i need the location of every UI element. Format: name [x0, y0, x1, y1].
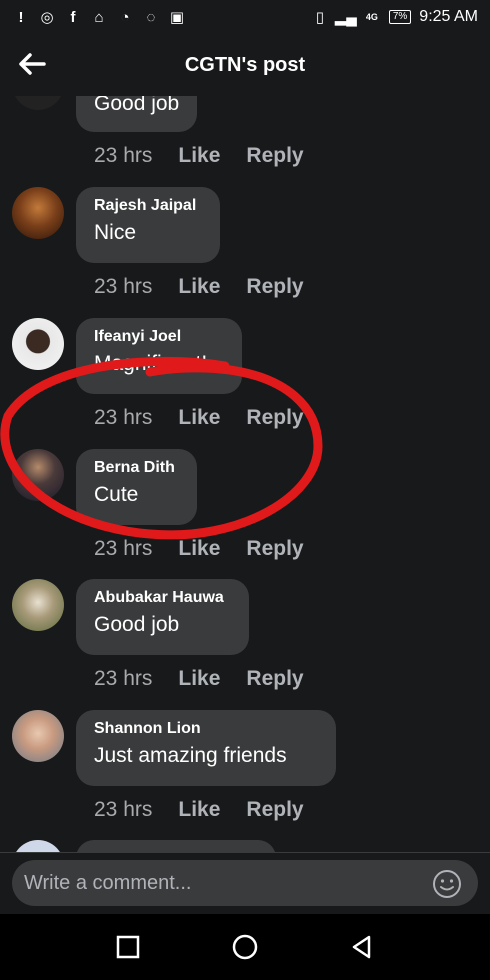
back-nav-icon[interactable] [347, 932, 377, 962]
vibrate-icon: ▯ [315, 9, 324, 26]
facebook-icon: f [70, 8, 76, 26]
system-nav-bar [0, 914, 490, 980]
gallery-icon: ▣ [169, 9, 185, 26]
avatar[interactable] [12, 710, 64, 762]
like-button[interactable]: Like [178, 798, 220, 822]
like-button[interactable]: Like [178, 275, 220, 299]
avatar[interactable] [12, 579, 64, 631]
reply-button[interactable]: Reply [246, 406, 303, 430]
comment-time: 23 hrs [94, 406, 153, 429]
comment-composer [0, 852, 490, 914]
chat-icon: ◌ [146, 8, 156, 26]
home-icon[interactable] [230, 932, 260, 962]
network-icon: 4G [365, 12, 378, 22]
reply-button[interactable]: Reply [246, 144, 303, 168]
shirt-icon: ⌂ [94, 8, 104, 26]
avatar[interactable] [12, 449, 64, 501]
app-icon: ◔ [120, 8, 130, 26]
back-arrow-icon[interactable] [18, 52, 46, 76]
comment-bubble[interactable]: Abubakar Hauwa Good job [76, 579, 249, 655]
clock: 9:25 AM [419, 8, 478, 25]
avatar[interactable] [12, 187, 64, 239]
comment-time: 23 hrs [94, 537, 153, 560]
comment-time: 23 hrs [94, 144, 153, 167]
comment-actions: 23 hrs Like Reply [94, 667, 304, 691]
avatar[interactable] [12, 318, 64, 370]
comment-text: Magnificent! [94, 352, 208, 375]
comment-time: 23 hrs [94, 667, 153, 690]
reply-button[interactable]: Reply [246, 537, 303, 561]
comment-bubble[interactable]: Berna Dith Cute [76, 449, 197, 525]
comment-bubble[interactable]: Shannon Lion Just amazing friends [76, 710, 336, 786]
comment-text: Cute [94, 483, 139, 506]
status-bar: ! ◎ f ⌂ ◔ ◌ ▣ ▯ ▂▄ 4G 7% 9:25 AM [0, 0, 490, 34]
comment-actions: 23 hrs Like Reply [94, 537, 304, 561]
comment-author[interactable]: Berna Dith [94, 459, 179, 477]
comments-list[interactable]: Good job 23 hrs Like Reply Rajesh Jaipal… [0, 96, 490, 852]
page-title: CGTN's post [184, 53, 306, 76]
comment-time: 23 hrs [94, 798, 153, 821]
recent-apps-icon[interactable] [113, 932, 143, 962]
comment-bubble[interactable]: Rajesh Jaipal Nice [76, 187, 220, 263]
like-button[interactable]: Like [178, 406, 220, 430]
like-button[interactable]: Like [178, 144, 220, 168]
comment-text: Good job [94, 96, 180, 115]
whatsapp-icon: ◎ [40, 9, 54, 26]
comment-author[interactable]: Rajesh Jaipal [94, 197, 202, 215]
reply-button[interactable]: Reply [246, 667, 303, 691]
comment-input[interactable] [12, 860, 478, 906]
comment-actions: 23 hrs Like Reply [94, 798, 304, 822]
like-button[interactable]: Like [178, 537, 220, 561]
battery-indicator: 7% [388, 10, 412, 24]
comment-bubble[interactable]: Ifeanyi Joel Magnificent! [76, 318, 242, 394]
comment-bubble[interactable]: Good job [76, 96, 198, 132]
like-button[interactable]: Like [178, 667, 220, 691]
comment-actions: 23 hrs Like Reply [94, 406, 304, 430]
emoji-icon[interactable] [432, 869, 462, 899]
comment-text: Nice [94, 221, 137, 244]
reply-button[interactable]: Reply [246, 275, 303, 299]
signal-icon: ▂▄ [334, 9, 357, 26]
comment-text: Just amazing friends [94, 744, 287, 767]
comment-bubble[interactable] [76, 840, 276, 852]
avatar[interactable] [12, 840, 64, 852]
comment-actions: 23 hrs Like Reply [94, 144, 304, 168]
comment-actions: 23 hrs Like Reply [94, 275, 304, 299]
post-header: CGTN's post [0, 34, 490, 96]
avatar[interactable] [12, 96, 64, 110]
comment-author[interactable]: Abubakar Hauwa [94, 589, 231, 607]
comment-author[interactable]: Shannon Lion [94, 720, 318, 738]
comment-author[interactable]: Ifeanyi Joel [94, 328, 224, 346]
alert-icon: ! [18, 8, 24, 26]
comment-text: Good job [94, 613, 180, 636]
reply-button[interactable]: Reply [246, 798, 303, 822]
comment-time: 23 hrs [94, 275, 153, 298]
